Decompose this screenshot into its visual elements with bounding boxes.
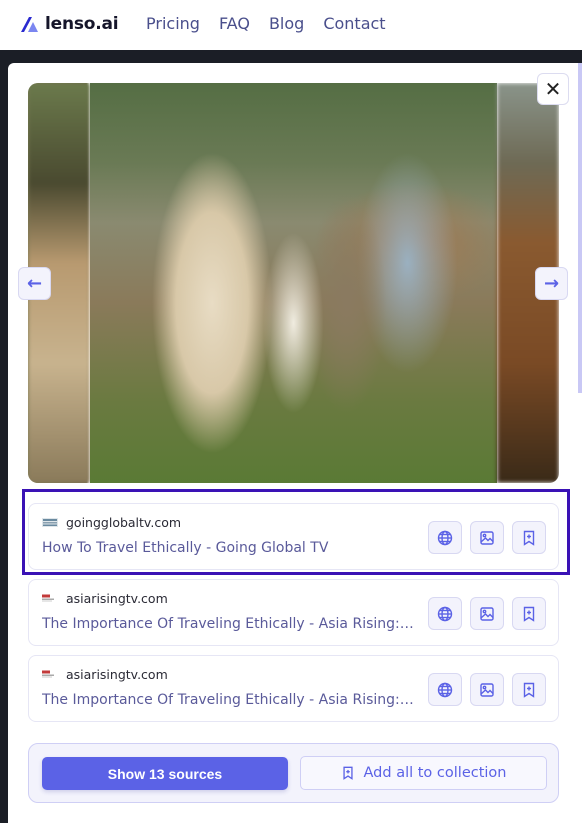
close-button[interactable]: ✕: [537, 73, 569, 105]
result-title[interactable]: How To Travel Ethically - Going Global T…: [42, 540, 417, 556]
result-item[interactable]: asiarisingtv.com The Importance Of Trave…: [28, 655, 559, 722]
close-icon: ✕: [544, 77, 562, 101]
bookmark-plus-icon: [342, 766, 353, 780]
add-to-collection-button[interactable]: [512, 673, 546, 706]
result-domain[interactable]: goingglobaltv.com: [66, 515, 181, 530]
result-title[interactable]: The Importance Of Traveling Ethically - …: [42, 692, 417, 708]
site-favicon-icon: [42, 518, 58, 527]
image-icon: [480, 530, 494, 545]
result-title[interactable]: The Importance Of Traveling Ethically - …: [42, 616, 417, 632]
result-item[interactable]: goingglobaltv.com How To Travel Ethicall…: [28, 503, 559, 570]
result-domain[interactable]: asiarisingtv.com: [66, 667, 168, 682]
logo[interactable]: lenso.ai: [19, 14, 119, 34]
view-image-button[interactable]: [470, 673, 504, 706]
view-image-button[interactable]: [470, 521, 504, 554]
main-nav: Pricing FAQ Blog Contact: [146, 14, 405, 33]
arrow-left-icon: ←: [26, 273, 43, 294]
nav-faq[interactable]: FAQ: [219, 14, 250, 33]
visit-site-button[interactable]: [428, 673, 462, 706]
arrow-right-icon: →: [543, 273, 560, 294]
modal-scrollbar[interactable]: [578, 63, 582, 393]
image-main: [90, 83, 497, 483]
site-favicon-icon: [42, 670, 58, 679]
site-favicon-icon: [42, 594, 58, 603]
bookmark-plus-icon: [523, 682, 535, 698]
top-navigation-bar: lenso.ai Pricing FAQ Blog Contact: [0, 0, 582, 50]
result-item[interactable]: asiarisingtv.com The Importance Of Trave…: [28, 579, 559, 646]
lenso-logo-icon: [21, 17, 38, 32]
visit-site-button[interactable]: [428, 521, 462, 554]
globe-icon: [437, 530, 453, 545]
bookmark-plus-icon: [523, 530, 535, 546]
nav-blog[interactable]: Blog: [269, 14, 304, 33]
visit-site-button[interactable]: [428, 597, 462, 630]
bookmark-plus-icon: [523, 606, 535, 622]
add-to-collection-button[interactable]: [512, 521, 546, 554]
previous-image-button[interactable]: ←: [18, 267, 51, 300]
nav-contact[interactable]: Contact: [323, 14, 385, 33]
show-sources-button[interactable]: Show 13 sources: [42, 757, 288, 790]
nav-pricing[interactable]: Pricing: [146, 14, 200, 33]
result-domain[interactable]: asiarisingtv.com: [66, 591, 168, 606]
next-image-button[interactable]: →: [535, 267, 568, 300]
matched-image: [28, 83, 559, 483]
globe-icon: [437, 606, 453, 621]
add-to-collection-button[interactable]: [512, 597, 546, 630]
add-all-to-collection-button[interactable]: Add all to collection: [300, 756, 547, 790]
view-image-button[interactable]: [470, 597, 504, 630]
image-icon: [480, 606, 494, 621]
globe-icon: [437, 682, 453, 697]
image-icon: [480, 682, 494, 697]
add-all-label: Add all to collection: [363, 765, 507, 781]
brand-name: lenso.ai: [45, 14, 119, 34]
actions-footer: Show 13 sources Add all to collection: [28, 743, 559, 803]
